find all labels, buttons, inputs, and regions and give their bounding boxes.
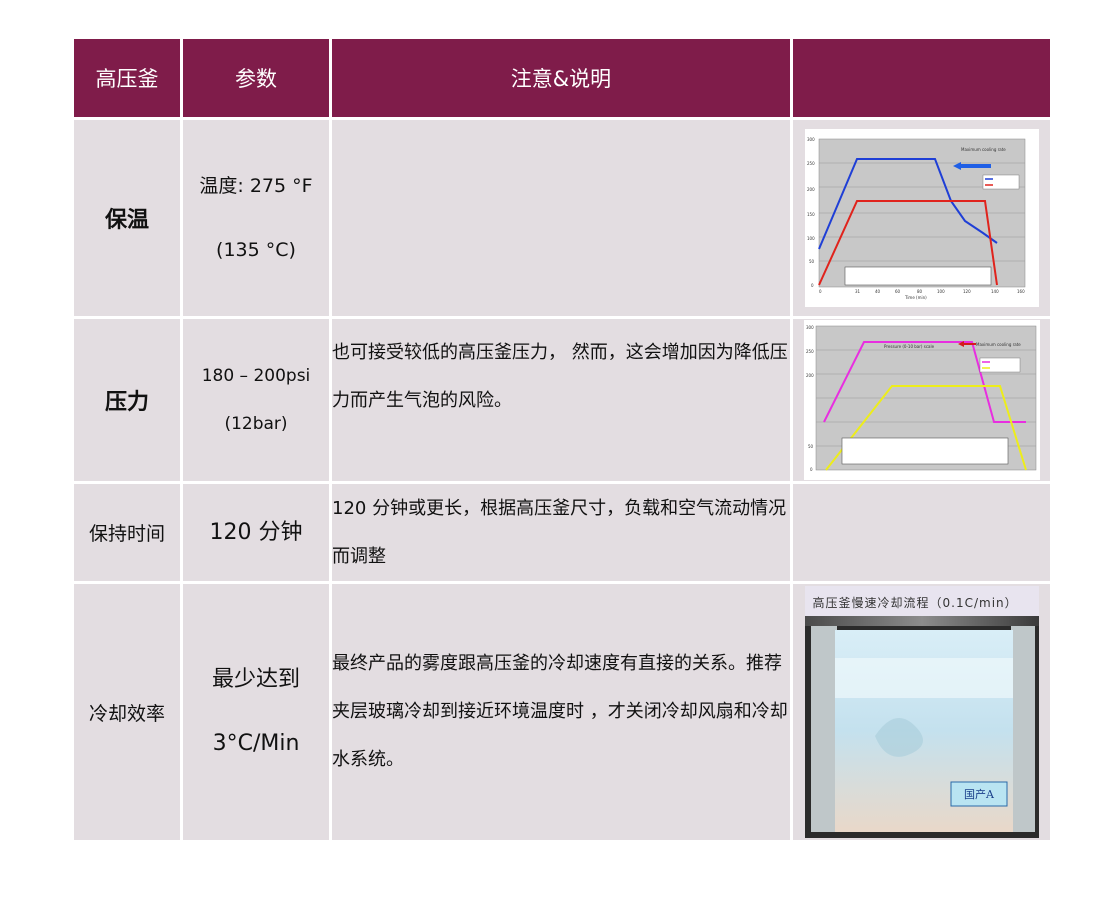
row-parameter: 最少达到 3°C/Min [180,581,332,843]
row-image: 高压釜慢速冷却流程（0.1C/min） 国产A [790,581,1053,843]
temperature-pressure-chart-2: 300 250 200 50 0 Pressure (0-10 bar) sca… [803,320,1040,480]
svg-text:250: 250 [806,349,814,354]
row-note: 最终产品的雾度跟高压釜的冷却速度有直接的关系。推荐夹层玻璃冷却到接近环境温度时 … [329,581,793,843]
row-parameter: 温度: 275 °F (135 °C) [180,117,332,319]
header-row: 高压釜 参数 注意&说明 [71,36,1053,120]
row-note [329,117,793,319]
svg-text:40: 40 [875,289,881,294]
row-note: 也可接受较低的高压釜压力， 然而，这会增加因为降低压力而产生气泡的风险。 [329,316,793,484]
table-row: 压力 180 – 200psi (12bar) 也可接受较低的高压釜压力， 然而… [71,316,1053,484]
svg-text:120: 120 [963,289,971,294]
param-line-2: (12bar) [224,414,288,434]
row-image: 300 250 200 50 0 Pressure (0-10 bar) sca… [790,316,1053,484]
header-autoclave: 高压釜 [71,36,183,120]
svg-text:200: 200 [807,187,815,192]
table-row: 保持时间 120 分钟 120 分钟或更长，根据高压釜尺寸，负载和空气流动情况而… [71,481,1053,584]
svg-text:Time (min): Time (min) [904,295,927,300]
param-line-1: 120 分钟 [209,519,303,545]
svg-text:31: 31 [855,289,861,294]
row-name: 压力 [71,316,183,484]
param-line-2: 3°C/Min [212,731,300,756]
param-line-1: 温度: 275 °F [199,175,313,197]
row-parameter: 180 – 200psi (12bar) [180,316,332,484]
glass-cooling-photo: 高压釜慢速冷却流程（0.1C/min） 国产A [804,586,1039,838]
svg-text:160: 160 [1017,289,1025,294]
row-image-empty [790,481,1053,584]
svg-text:140: 140 [991,289,999,294]
svg-text:50: 50 [808,444,814,449]
table-row: 保温 温度: 275 °F (135 °C) 300 250 200 150 1… [71,117,1053,319]
svg-text:200: 200 [806,373,814,378]
svg-text:50: 50 [809,259,815,264]
svg-text:250: 250 [807,161,815,166]
param-line-1: 最少达到 [211,667,300,692]
svg-text:100: 100 [937,289,945,294]
svg-text:Pressure (0-10 bar) scale: Pressure (0-10 bar) scale [884,344,935,349]
svg-text:300: 300 [806,325,814,330]
sample-label: 国产A [964,787,995,801]
header-image [790,36,1053,120]
autoclave-parameter-table: 高压釜 参数 注意&说明 保温 温度: 275 °F (135 °C) 300 … [71,36,1053,843]
svg-text:150: 150 [807,212,815,217]
svg-text:Maximum cooling rate: Maximum cooling rate [961,147,1006,152]
header-notes: 注意&说明 [329,36,793,120]
row-parameter: 120 分钟 [180,481,332,584]
svg-text:80: 80 [917,289,923,294]
table-row: 冷却效率 最少达到 3°C/Min 最终产品的雾度跟高压釜的冷却速度有直接的关系… [71,581,1053,843]
row-note: 120 分钟或更长，根据高压釜尺寸，负载和空气流动情况而调整 [329,481,793,584]
row-name: 冷却效率 [71,581,183,843]
param-line-1: 180 – 200psi [201,366,311,386]
header-parameters: 参数 [180,36,332,120]
glass-sample-illustration: 国产A [804,616,1039,838]
svg-text:300: 300 [807,137,815,142]
temperature-pressure-chart-1: 300 250 200 150 100 50 0 0 31 40 60 80 1… [804,129,1039,307]
row-name: 保温 [71,117,183,319]
svg-text:Maximum cooling rate: Maximum cooling rate [976,342,1021,347]
svg-text:60: 60 [895,289,901,294]
row-name: 保持时间 [71,481,183,584]
svg-text:100: 100 [807,236,815,241]
param-line-2: (135 °C) [216,239,296,261]
row-image: 300 250 200 150 100 50 0 0 31 40 60 80 1… [790,117,1053,319]
